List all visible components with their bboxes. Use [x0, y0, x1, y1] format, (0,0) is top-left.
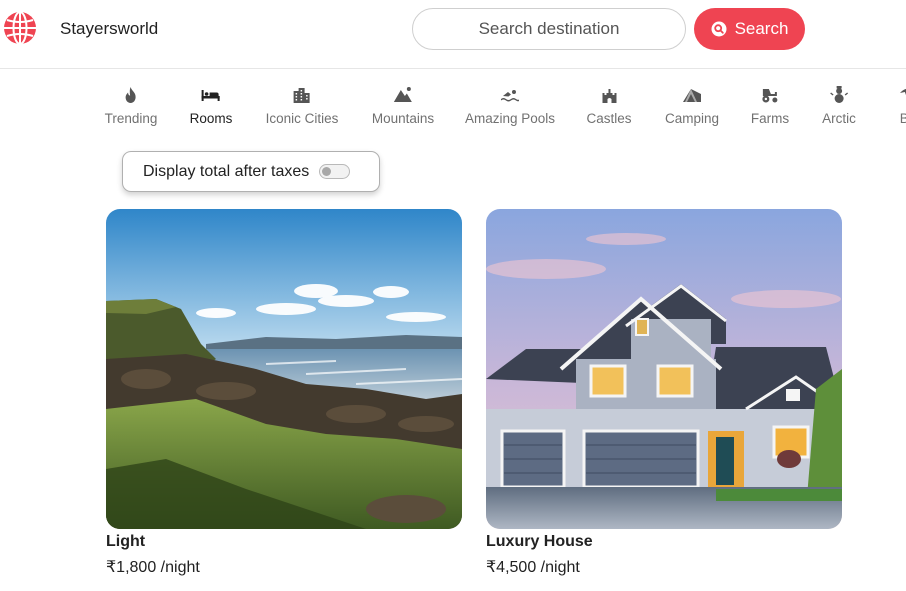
listing-title[interactable]: Light [106, 533, 462, 553]
category-rooms[interactable]: Rooms [189, 84, 233, 126]
search-input[interactable] [413, 9, 685, 49]
category-label: Rooms [189, 111, 233, 126]
tent-icon [681, 84, 703, 106]
category-label: Castles [586, 111, 632, 126]
taxes-toggle-label: Display total after taxes [143, 162, 310, 180]
search-bar[interactable] [412, 8, 686, 50]
castle-icon [598, 84, 620, 106]
umbrella-beach-icon [897, 84, 906, 106]
category-iconic-cities[interactable]: Iconic Cities [265, 84, 339, 126]
fire-icon [120, 84, 142, 106]
city-icon [291, 84, 313, 106]
listing-card[interactable]: Light ₹1,800 /night [106, 209, 462, 577]
taxes-switch[interactable] [319, 164, 351, 179]
listing-title[interactable]: Luxury House [486, 533, 842, 553]
listing-price: ₹4,500 /night [486, 559, 580, 576]
category-trending[interactable]: Trending [104, 84, 158, 126]
search-button[interactable]: Search [694, 8, 805, 50]
category-farms[interactable]: Farms [751, 84, 789, 126]
search-icon [711, 21, 727, 37]
globe-logo-icon[interactable] [3, 11, 37, 45]
top-navbar: Stayersworld Search [0, 0, 906, 69]
category-beach[interactable]: Be [897, 84, 906, 126]
brand-name[interactable]: Stayersworld [60, 19, 158, 39]
category-amazing-pools[interactable]: Amazing Pools [465, 84, 555, 126]
category-camping[interactable]: Camping [665, 84, 719, 126]
switch-knob [322, 167, 332, 176]
category-label: Mountains [371, 111, 435, 126]
category-label: Iconic Cities [265, 111, 339, 126]
category-label: Trending [104, 111, 158, 126]
category-arctic[interactable]: Arctic [822, 84, 856, 126]
snowman-icon [828, 84, 850, 106]
listing-photo-coast[interactable] [106, 209, 462, 529]
category-bar: Trending Rooms Iconic Cities Mountains A… [0, 84, 906, 132]
category-label: Camping [664, 111, 720, 126]
category-label: Farms [750, 111, 790, 126]
category-label: Be [899, 111, 906, 126]
category-castles[interactable]: Castles [586, 84, 632, 126]
tractor-icon [759, 84, 781, 106]
listing-photo-house[interactable] [486, 209, 842, 529]
category-label: Amazing Pools [464, 111, 556, 126]
category-mountains[interactable]: Mountains [372, 84, 434, 126]
swimmer-icon [499, 84, 521, 106]
mountain-icon [392, 84, 414, 106]
category-label: Arctic [822, 111, 856, 126]
search-button-label: Search [734, 19, 789, 38]
bed-icon [200, 84, 222, 106]
listing-price: ₹1,800 /night [106, 559, 200, 576]
listing-card[interactable]: Luxury House ₹4,500 /night [486, 209, 842, 577]
display-taxes-toggle[interactable]: Display total after taxes [122, 151, 380, 192]
